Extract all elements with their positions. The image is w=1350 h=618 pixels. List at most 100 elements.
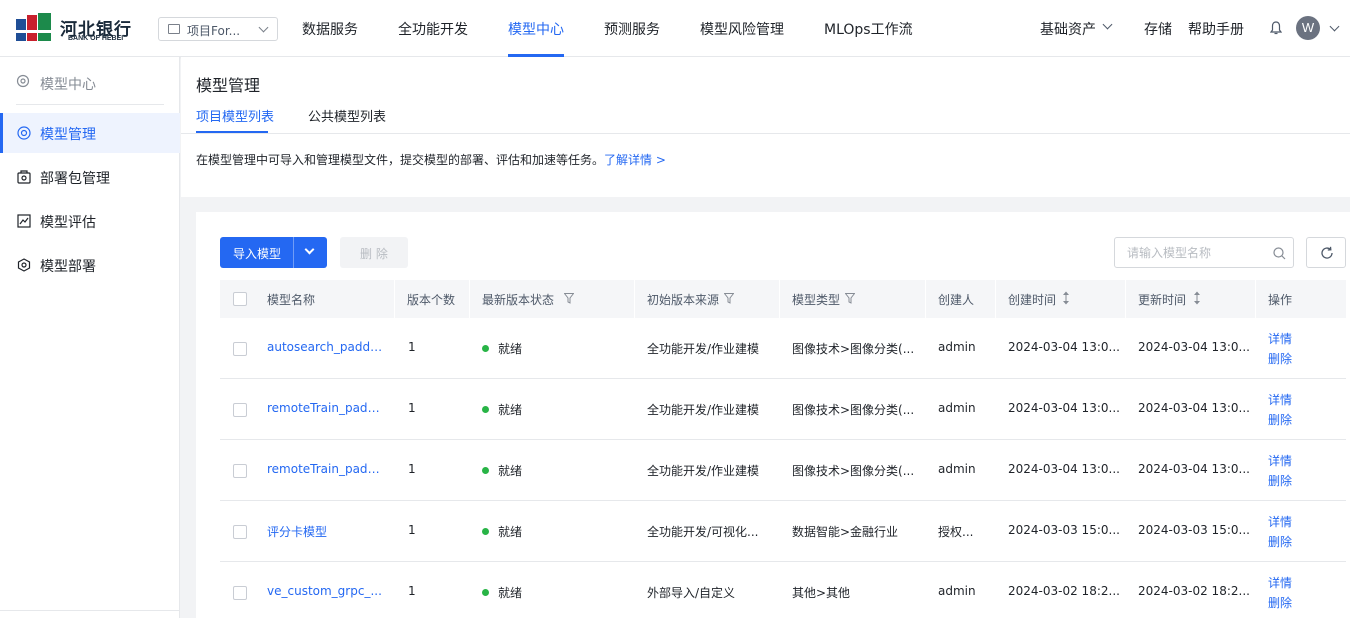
nav-model-risk[interactable]: 模型风险管理 <box>700 19 784 39</box>
search-box[interactable] <box>1114 237 1294 268</box>
nav-model-center[interactable]: 模型中心 <box>508 19 564 39</box>
creator-cell: admin <box>938 401 976 415</box>
assets-menu[interactable]: 基础资产 <box>1040 19 1096 39</box>
table-row[interactable]: 评分卡模型 1 就绪 全功能开发/可视化... 数据智能>金融行业 授权... … <box>220 501 1346 562</box>
row-checkbox[interactable] <box>233 403 247 417</box>
updated-time-cell: 2024-03-04 13:0... <box>1138 340 1250 354</box>
chevron-down-icon[interactable] <box>1102 19 1113 30</box>
delete-link[interactable]: 删除 <box>1268 350 1292 367</box>
detail-link[interactable]: 详情 <box>1268 330 1292 347</box>
select-all-checkbox[interactable] <box>233 292 247 306</box>
sidebar-item-model-evaluation[interactable]: 模型评估 <box>0 201 180 241</box>
sidebar-item-label: 部署包管理 <box>40 171 110 187</box>
tab-public-models[interactable]: 公共模型列表 <box>308 106 386 125</box>
detail-link[interactable]: 详情 <box>1268 452 1292 469</box>
sort-icon[interactable] <box>1062 291 1070 305</box>
filter-icon[interactable] <box>564 293 574 304</box>
nav-mlops[interactable]: MLOps工作流 <box>824 19 913 39</box>
row-checkbox[interactable] <box>233 464 247 478</box>
detail-link[interactable]: 详情 <box>1268 513 1292 530</box>
updated-time-cell: 2024-03-03 15:0... <box>1138 523 1250 537</box>
row-checkbox[interactable] <box>233 586 247 600</box>
creator-cell: 授权... <box>938 525 974 539</box>
table-row[interactable]: remoteTrain_paddl... 1 就绪 全功能开发/作业建模 图像技… <box>220 440 1346 501</box>
table-row[interactable]: ve_custom_grpc_... 1 就绪 外部导入/自定义 其他>其他 a… <box>220 562 1346 618</box>
tab-project-models[interactable]: 项目模型列表 <box>196 106 274 125</box>
model-center-icon <box>16 74 30 88</box>
status-dot <box>482 406 489 413</box>
column-header: 更新时间 <box>1138 293 1187 307</box>
source-cell: 全功能开发/作业建模 <box>647 464 760 478</box>
sidebar-item-model-management[interactable]: 模型管理 <box>0 113 180 153</box>
search-icon[interactable] <box>1273 247 1286 260</box>
column-header: 创建时间 <box>1008 293 1057 307</box>
table-row[interactable]: autosearch_paddle... 1 就绪 全功能开发/作业建模 图像技… <box>220 318 1346 379</box>
status-text: 就绪 <box>498 403 523 417</box>
column-header: 最新版本状态 <box>482 293 555 307</box>
version-count: 1 <box>408 401 416 415</box>
column-divider <box>634 280 635 318</box>
model-type-cell: 图像技术>图像分类(... <box>792 403 915 417</box>
version-count: 1 <box>408 340 416 354</box>
delete-link[interactable]: 删除 <box>1268 472 1292 489</box>
page-title: 模型管理 <box>196 76 261 95</box>
model-name-link[interactable]: remoteTrain_paddl... <box>267 401 385 415</box>
chevron-down-icon[interactable] <box>1329 21 1340 32</box>
column-divider <box>995 280 996 318</box>
updated-time-cell: 2024-03-04 13:0... <box>1138 401 1250 415</box>
sidebar: 模型中心 模型管理 部署包管理 模型评估 模型部署 <box>0 57 180 618</box>
nav-full-dev[interactable]: 全功能开发 <box>398 19 468 39</box>
delete-button[interactable]: 删 除 <box>340 237 408 268</box>
status-dot <box>482 528 489 535</box>
status-text: 就绪 <box>498 525 523 539</box>
model-name-link[interactable]: remoteTrain_paddl... <box>267 462 385 476</box>
detail-link[interactable]: 详情 <box>1268 574 1292 591</box>
version-count: 1 <box>408 523 416 537</box>
row-checkbox[interactable] <box>233 525 247 539</box>
filter-icon[interactable] <box>724 293 734 304</box>
search-input[interactable] <box>1127 245 1267 261</box>
chevron-down-icon <box>258 22 269 33</box>
column-header: 模型类型 <box>792 293 841 307</box>
delete-link[interactable]: 删除 <box>1268 533 1292 550</box>
model-name-link[interactable]: 评分卡模型 <box>267 523 385 540</box>
user-avatar[interactable]: W <box>1296 16 1320 40</box>
model-name-link[interactable]: ve_custom_grpc_... <box>267 584 385 598</box>
sort-icon[interactable] <box>1193 291 1201 305</box>
learn-more-link[interactable]: 了解详情 > <box>604 153 666 167</box>
source-cell: 全功能开发/作业建模 <box>647 403 760 417</box>
column-divider <box>779 280 780 318</box>
sidebar-header: 模型中心 <box>16 71 164 105</box>
folder-icon <box>168 24 180 34</box>
delete-link[interactable]: 删除 <box>1268 411 1292 428</box>
filter-icon[interactable] <box>845 293 855 304</box>
chevron-down-icon[interactable] <box>304 244 315 255</box>
sidebar-divider <box>0 610 180 611</box>
bank-logo[interactable]: 河北银行 BANK OF HEBEI <box>16 13 136 45</box>
model-icon <box>17 126 31 140</box>
help-link[interactable]: 帮助手册 <box>1188 19 1244 39</box>
column-divider <box>1125 280 1126 318</box>
project-select[interactable]: 项目For... <box>158 17 278 41</box>
column-divider <box>394 280 395 318</box>
refresh-button[interactable] <box>1306 237 1346 268</box>
table-row[interactable]: remoteTrain_paddl... 1 就绪 全功能开发/作业建模 图像技… <box>220 379 1346 440</box>
row-checkbox[interactable] <box>233 342 247 356</box>
model-type-cell: 其他>其他 <box>792 586 851 600</box>
sidebar-item-package-management[interactable]: 部署包管理 <box>0 157 180 197</box>
status-dot <box>482 589 489 596</box>
source-cell: 外部导入/自定义 <box>647 586 736 600</box>
detail-link[interactable]: 详情 <box>1268 391 1292 408</box>
nav-prediction-service[interactable]: 预测服务 <box>604 19 660 39</box>
model-name-link[interactable]: autosearch_paddle... <box>267 340 385 354</box>
import-model-button[interactable]: 导入模型 <box>220 237 327 268</box>
storage-link[interactable]: 存储 <box>1144 19 1172 39</box>
delete-link[interactable]: 删除 <box>1268 594 1292 611</box>
version-count: 1 <box>408 584 416 598</box>
import-model-label: 导入模型 <box>233 247 282 261</box>
sidebar-item-label: 模型部署 <box>40 259 96 275</box>
nav-data-service[interactable]: 数据服务 <box>302 19 358 39</box>
sidebar-item-model-deployment[interactable]: 模型部署 <box>0 245 180 285</box>
column-header: 操作 <box>1268 293 1293 307</box>
bell-icon[interactable] <box>1270 21 1282 35</box>
